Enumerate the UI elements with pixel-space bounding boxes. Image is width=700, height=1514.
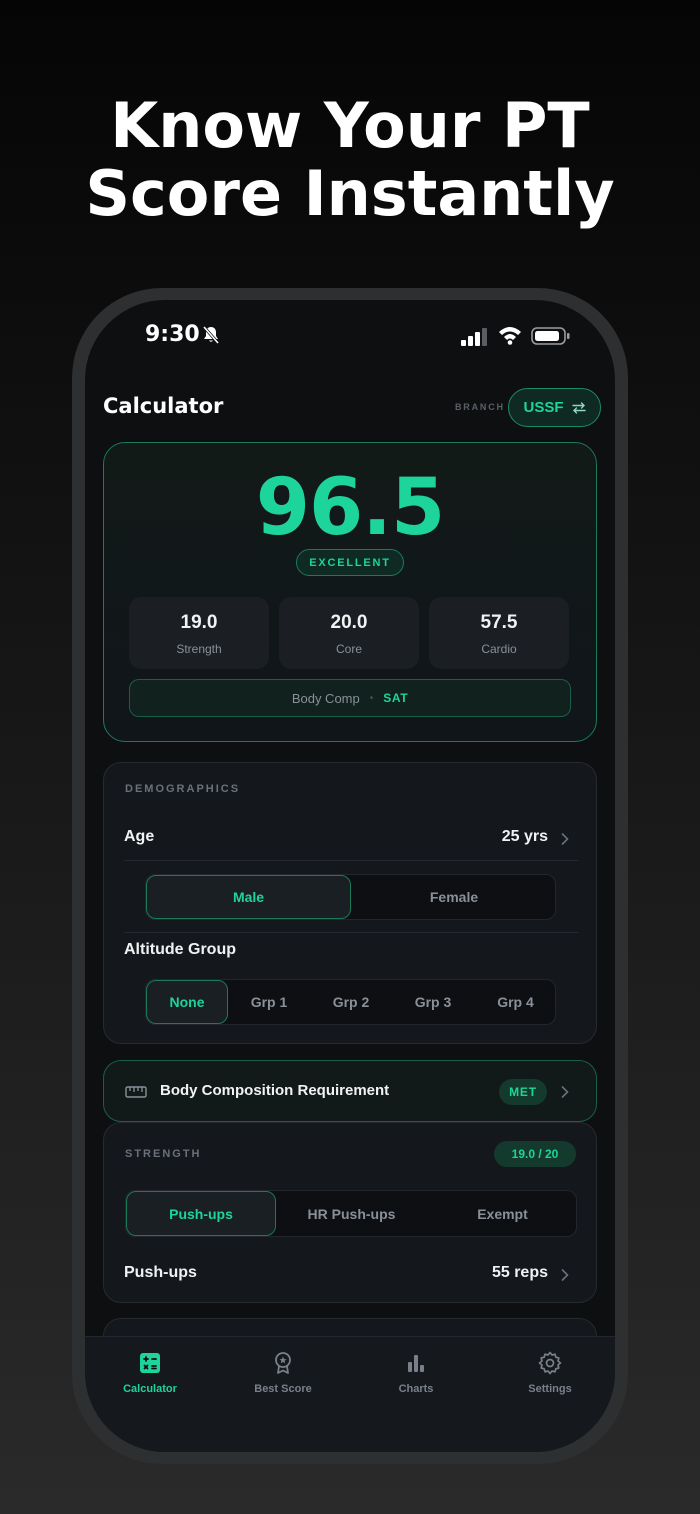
core-score-value: 20.0 [330, 612, 368, 633]
rating-badge: EXCELLENT [296, 549, 404, 576]
altitude-option-grp-3[interactable]: Grp 3 [392, 980, 474, 1024]
status-time: 9:30 [145, 322, 200, 347]
divider [124, 860, 578, 861]
cardio-score-value: 57.5 [480, 612, 518, 633]
ruler-icon [125, 1086, 147, 1098]
separator-dot: • [369, 692, 374, 704]
altitude-segmented-control: None Grp 1 Grp 2 Grp 3 Grp 4 [145, 979, 556, 1025]
strength-score-value: 19.0 [180, 612, 218, 633]
age-row[interactable]: Age 25 yrs [104, 815, 598, 859]
exercise-option-push-ups[interactable]: Push-ups [126, 1191, 276, 1236]
altitude-option-none[interactable]: None [146, 980, 228, 1024]
body-composition-requirement-row[interactable]: Body Composition Requirement MET [103, 1060, 597, 1122]
altitude-group-label: Altitude Group [124, 941, 236, 958]
marketing-headline: Know Your PT Score Instantly [0, 92, 700, 228]
status-bar: 9:30 [85, 322, 615, 352]
gender-option-female[interactable]: Female [351, 875, 557, 919]
core-score-label: Core [335, 642, 362, 656]
body-comp-label: Body Comp [291, 690, 360, 706]
gender-segmented-control: Male Female [145, 874, 556, 920]
strength-score-tile: 19.0 Strength [129, 597, 269, 669]
battery-icon [531, 327, 570, 345]
bell-muted-icon [202, 326, 220, 344]
tab-calculator[interactable]: Calculator [95, 1351, 205, 1395]
branch-label: BRANCH [455, 402, 505, 412]
strength-exercise-segmented-control: Push-ups HR Push-ups Exempt [125, 1190, 577, 1237]
body-comp-status-bar: Body Comp • SAT [129, 679, 571, 717]
age-label: Age [124, 828, 155, 845]
altitude-option-grp-1[interactable]: Grp 1 [228, 980, 310, 1024]
cardio-score-label: Cardio [481, 642, 517, 656]
phone-screen: 9:30 Calculator BRANCH USSF 96.5 EXCELLE… [85, 300, 615, 1452]
push-ups-label: Push-ups [124, 1264, 197, 1281]
chevron-right-icon [561, 1269, 569, 1281]
swap-arrows-icon [571, 401, 586, 414]
strength-score-badge: 19.0 / 20 [494, 1141, 576, 1167]
strength-section-label: STRENGTH [125, 1148, 202, 1160]
exercise-option-exempt[interactable]: Exempt [427, 1191, 578, 1236]
push-ups-value: 55 reps [491, 1264, 548, 1281]
page-title: Calculator [103, 394, 224, 418]
cardio-score-tile: 57.5 Cardio [429, 597, 569, 669]
award-icon [275, 1352, 291, 1374]
tab-settings[interactable]: Settings [495, 1351, 605, 1395]
body-comp-status: SAT [383, 691, 409, 705]
divider [124, 932, 578, 933]
altitude-option-grp-4[interactable]: Grp 4 [474, 980, 557, 1024]
branch-value: USSF [523, 399, 564, 416]
core-score-tile: 20.0 Core [279, 597, 419, 669]
tab-charts-label: Charts [398, 1383, 434, 1395]
strength-card: STRENGTH 19.0 / 20 Push-ups HR Push-ups … [103, 1122, 597, 1303]
push-ups-row[interactable]: Push-ups 55 reps [104, 1251, 598, 1295]
branch-selector-button[interactable]: USSF [508, 388, 601, 427]
chevron-right-icon [561, 1086, 569, 1098]
tab-calculator-label: Calculator [123, 1383, 177, 1395]
tab-best-score-label: Best Score [254, 1383, 312, 1395]
tab-bar: Calculator Best Score Charts Settings [85, 1336, 615, 1452]
bar-chart-icon [408, 1355, 424, 1372]
component-scores: 19.0 Strength 20.0 Core 57.5 Cardio [129, 597, 571, 669]
wifi-icon [499, 327, 521, 345]
exercise-option-hr-push-ups[interactable]: HR Push-ups [276, 1191, 427, 1236]
headline-line-1: Know Your PT [110, 89, 590, 162]
gear-icon [538, 1351, 562, 1375]
tab-best-score[interactable]: Best Score [228, 1351, 338, 1395]
strength-score-label: Strength [176, 642, 222, 656]
demographics-section-label: DEMOGRAPHICS [125, 783, 241, 795]
gender-option-male[interactable]: Male [146, 875, 351, 919]
headline-line-2: Score Instantly [85, 157, 615, 230]
score-card: 96.5 EXCELLENT 19.0 Strength 20.0 Core 5… [103, 442, 597, 742]
body-composition-requirement-label: Body Composition Requirement [160, 1082, 390, 1099]
tab-settings-label: Settings [528, 1383, 572, 1395]
cellular-signal-icon [461, 328, 487, 346]
demographics-card: DEMOGRAPHICS Age 25 yrs Male Female Alti… [103, 762, 597, 1044]
chevron-right-icon [561, 833, 569, 845]
total-score: 96.5 [255, 463, 445, 553]
age-value: 25 yrs [501, 828, 548, 845]
calculator-icon [140, 1353, 160, 1373]
tab-charts[interactable]: Charts [361, 1351, 471, 1395]
altitude-option-grp-2[interactable]: Grp 2 [310, 980, 392, 1024]
requirement-status-badge: MET [499, 1079, 547, 1105]
